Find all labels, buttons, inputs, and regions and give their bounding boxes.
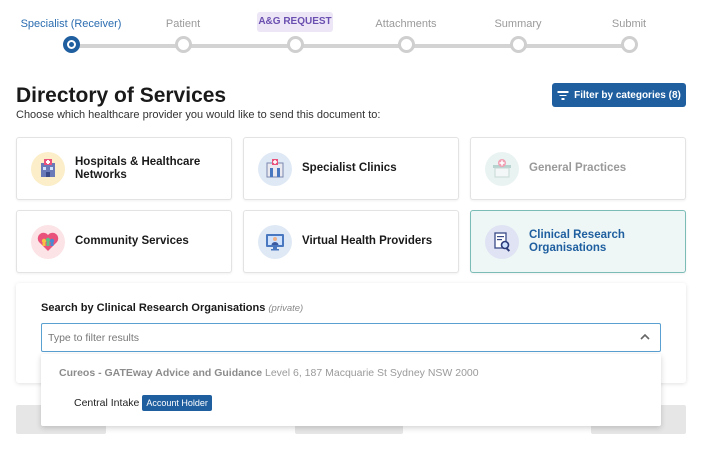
page-subtitle: Choose which healthcare provider you wou… [16, 109, 381, 121]
step-label: Attachments [375, 18, 437, 30]
search-title: Search by Clinical Research Organisation… [41, 302, 303, 314]
category-label: Virtual Health Providers [302, 235, 433, 247]
category-label: General Practices [529, 162, 627, 174]
private-note: (private) [268, 303, 304, 314]
filter-icon [557, 91, 569, 100]
group-address: Level 6, 187 Macquarie St Sydney NSW 200… [264, 367, 479, 379]
category-card-clinical-research[interactable]: Clinical Research Organisations [470, 210, 686, 273]
category-card-hospitals[interactable]: Hospitals & Healthcare Networks [16, 137, 232, 200]
category-label: Specialist Clinics [302, 162, 397, 174]
step-label: A&G REQUEST [257, 12, 333, 32]
category-label: Hospitals & Healthcare Networks [75, 155, 201, 181]
group-name: Cureos - GATEway Advice and Guidance [59, 367, 263, 379]
list-item-label: Central Intake [74, 397, 140, 409]
results-dropdown: Cureos - GATEway Advice and Guidance Lev… [41, 354, 661, 426]
step-dot [175, 36, 192, 53]
step-dot-active [63, 36, 80, 53]
filter-categories-button[interactable]: Filter by categories (8) [552, 83, 686, 107]
step-label: Specialist (Receiver) [20, 18, 122, 30]
category-card-general-practices[interactable]: General Practices [470, 137, 686, 200]
step-label: Patient [165, 18, 201, 30]
list-item[interactable]: Central Intake Account Holder [74, 395, 212, 411]
category-card-virtual-health[interactable]: Virtual Health Providers [243, 210, 459, 273]
step-label: Submit [611, 18, 647, 30]
chevron-up-icon[interactable] [639, 331, 651, 343]
search-title-text: Search by Clinical Research Organisation… [41, 302, 266, 314]
general-practice-icon [485, 151, 519, 186]
step-dot [510, 36, 527, 53]
category-label: Community Services [75, 235, 189, 247]
category-card-community-services[interactable]: Community Services [16, 210, 232, 273]
community-icon [31, 224, 65, 259]
search-input[interactable] [41, 323, 661, 352]
progress-stepper: Specialist (Receiver) Patient A&G REQUES… [0, 0, 708, 60]
hospital-icon [31, 151, 65, 186]
specialist-clinic-icon [258, 151, 292, 186]
filter-button-label: Filter by categories (8) [574, 89, 681, 101]
category-card-specialist-clinics[interactable]: Specialist Clinics [243, 137, 459, 200]
step-dot [287, 36, 304, 53]
step-dot [398, 36, 415, 53]
virtual-health-icon [258, 224, 292, 259]
stepper-track [71, 44, 629, 48]
clinical-research-icon [485, 224, 519, 259]
category-label: Clinical Research Organisations [529, 228, 625, 254]
account-holder-badge: Account Holder [142, 395, 212, 411]
dropdown-group-header: Cureos - GATEway Advice and Guidance Lev… [59, 367, 479, 379]
page-title: Directory of Services [16, 84, 227, 107]
step-dot [621, 36, 638, 53]
